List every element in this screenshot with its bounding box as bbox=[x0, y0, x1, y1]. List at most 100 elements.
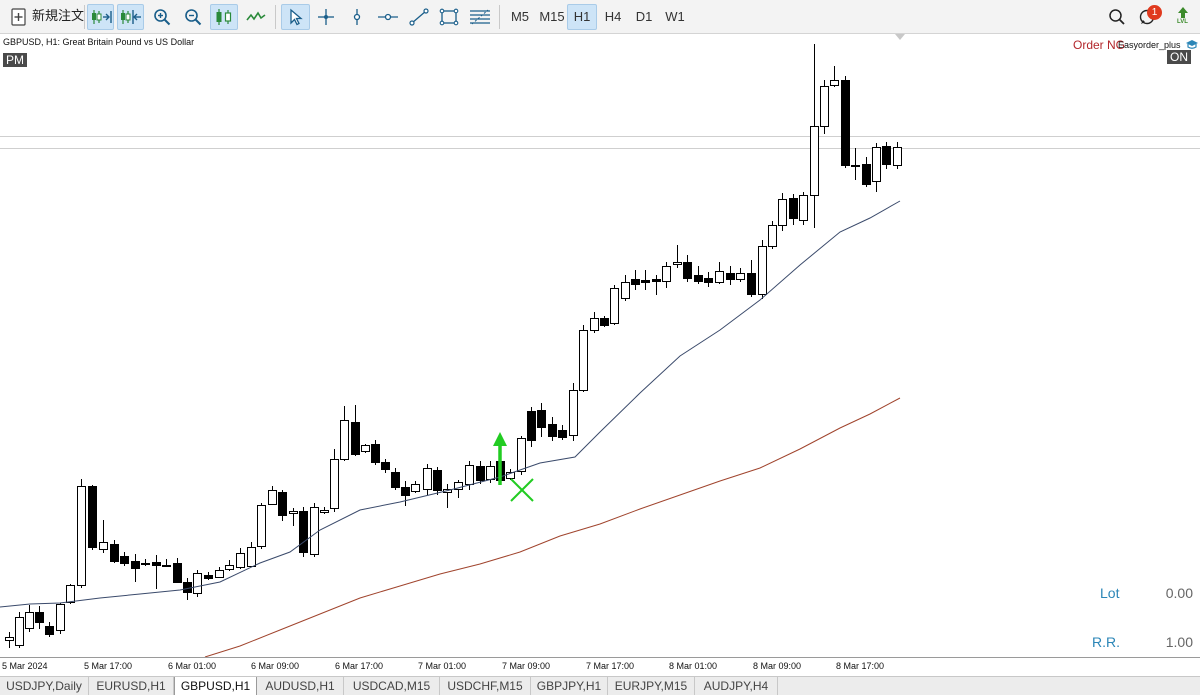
price-chart[interactable] bbox=[0, 34, 1200, 657]
auto-scroll-button[interactable] bbox=[87, 4, 114, 30]
candle-body bbox=[662, 266, 671, 282]
tab-eurjpy-m15[interactable]: EURJPY,M15 bbox=[608, 677, 695, 695]
candle bbox=[162, 559, 171, 567]
new-order-label[interactable]: 新規注文 bbox=[32, 4, 84, 30]
trendline-tool-button[interactable] bbox=[406, 4, 432, 30]
candle-body bbox=[882, 146, 891, 165]
time-label: 7 Mar 01:00 bbox=[418, 661, 467, 671]
time-label: 6 Mar 01:00 bbox=[168, 661, 217, 671]
toolbar-separator bbox=[275, 5, 276, 29]
candle-body bbox=[225, 565, 234, 570]
tab-audjpy-h4[interactable]: AUDJPY,H4 bbox=[695, 677, 778, 695]
candle-body bbox=[768, 225, 777, 247]
tab-gbpusd-h1[interactable]: GBPUSD,H1 bbox=[174, 677, 257, 695]
risk-reward-label: R.R. bbox=[1092, 634, 1120, 650]
chart-shift-button[interactable] bbox=[117, 4, 144, 30]
horizontal-line-tool-button[interactable] bbox=[374, 4, 402, 30]
candle-body bbox=[621, 282, 630, 299]
candle-body bbox=[548, 424, 557, 437]
rectangle-tool-button[interactable] bbox=[436, 4, 462, 30]
candle bbox=[247, 542, 256, 567]
candle-body bbox=[35, 612, 44, 623]
line-chart-button[interactable] bbox=[243, 4, 269, 30]
candle-body bbox=[77, 486, 86, 586]
candle bbox=[120, 552, 129, 566]
toolbar-separator bbox=[499, 5, 500, 29]
chart-shift-icon bbox=[120, 10, 141, 24]
candle-body bbox=[893, 147, 902, 166]
crosshair-tool-button[interactable] bbox=[314, 4, 338, 30]
candle-body bbox=[610, 288, 619, 324]
candle bbox=[789, 194, 798, 225]
candle bbox=[537, 403, 546, 437]
timeframe-d1[interactable]: D1 bbox=[630, 4, 658, 30]
candle bbox=[600, 316, 609, 327]
time-label: 8 Mar 09:00 bbox=[753, 661, 802, 671]
cursor-tool-button[interactable] bbox=[281, 4, 310, 30]
candle bbox=[361, 444, 370, 453]
chart-area[interactable] bbox=[0, 34, 1200, 676]
tab-eurusd-h1[interactable]: EURUSD,H1 bbox=[89, 677, 174, 695]
timeframe-w1[interactable]: W1 bbox=[661, 4, 689, 30]
candle bbox=[841, 76, 850, 168]
zoom-out-button[interactable] bbox=[181, 4, 205, 30]
crosshair-icon bbox=[318, 9, 334, 25]
candle bbox=[110, 540, 119, 563]
candle-body bbox=[758, 246, 767, 295]
vertical-line-tool-button[interactable] bbox=[345, 4, 369, 30]
candle bbox=[662, 262, 671, 288]
candle-body bbox=[131, 561, 140, 569]
candle bbox=[621, 275, 630, 301]
timeframe-h4[interactable]: H4 bbox=[599, 4, 627, 30]
timeframe-m5[interactable]: M5 bbox=[506, 4, 534, 30]
candle-body bbox=[579, 330, 588, 391]
tab-audusd-h1[interactable]: AUDUSD,H1 bbox=[257, 677, 344, 695]
auto-scroll-icon bbox=[91, 10, 112, 24]
zoom-out-icon bbox=[185, 9, 202, 26]
time-label: 8 Mar 01:00 bbox=[669, 661, 718, 671]
candle bbox=[527, 407, 536, 447]
candlestick-chart-button[interactable] bbox=[210, 4, 238, 30]
candle-body bbox=[110, 544, 119, 562]
candle bbox=[152, 555, 161, 589]
new-order-button[interactable] bbox=[8, 4, 30, 30]
line-chart-icon bbox=[246, 11, 266, 21]
tab-usdjpy-daily[interactable]: USDJPY,Daily bbox=[0, 677, 89, 695]
candle bbox=[99, 520, 108, 553]
candle-body bbox=[778, 199, 787, 226]
candle bbox=[893, 142, 902, 169]
candle-body bbox=[830, 80, 839, 86]
tab-usdchf-m15[interactable]: USDCHF,M15 bbox=[440, 677, 531, 695]
candle bbox=[310, 503, 319, 557]
timeframe-m15[interactable]: M15 bbox=[536, 4, 568, 30]
candle-body bbox=[851, 165, 860, 167]
candle-body bbox=[45, 626, 54, 635]
candle bbox=[715, 262, 724, 284]
timeframe-h1[interactable]: H1 bbox=[567, 4, 597, 30]
candle bbox=[278, 490, 287, 521]
level-button[interactable] bbox=[1172, 4, 1194, 30]
candle-body bbox=[278, 492, 287, 516]
time-label: 8 Mar 17:00 bbox=[836, 661, 885, 671]
tab-gbpjpy-h1[interactable]: GBPJPY,H1 bbox=[531, 677, 608, 695]
candle bbox=[268, 486, 277, 505]
candle bbox=[579, 325, 588, 392]
search-button[interactable] bbox=[1106, 4, 1128, 30]
candle-body bbox=[66, 585, 75, 603]
tab-usdcad-m15[interactable]: USDCAD,M15 bbox=[344, 677, 440, 695]
zoom-in-button[interactable] bbox=[150, 4, 174, 30]
candle bbox=[351, 405, 360, 456]
lot-value[interactable]: 0.00 bbox=[1160, 585, 1193, 601]
expert-advisor-label: Easyorder_plus bbox=[1118, 40, 1181, 50]
candle bbox=[141, 559, 150, 566]
candle-body bbox=[715, 271, 724, 283]
candle-body bbox=[310, 507, 319, 555]
candle-body bbox=[193, 573, 202, 594]
candle bbox=[320, 507, 329, 514]
level-label: LVL bbox=[1177, 19, 1188, 25]
candle bbox=[882, 142, 891, 169]
fibonacci-tool-button[interactable] bbox=[467, 4, 493, 30]
chart-shift-marker[interactable] bbox=[895, 34, 905, 40]
cross-signal bbox=[510, 478, 534, 502]
risk-reward-value[interactable]: 1.00 bbox=[1160, 634, 1193, 650]
